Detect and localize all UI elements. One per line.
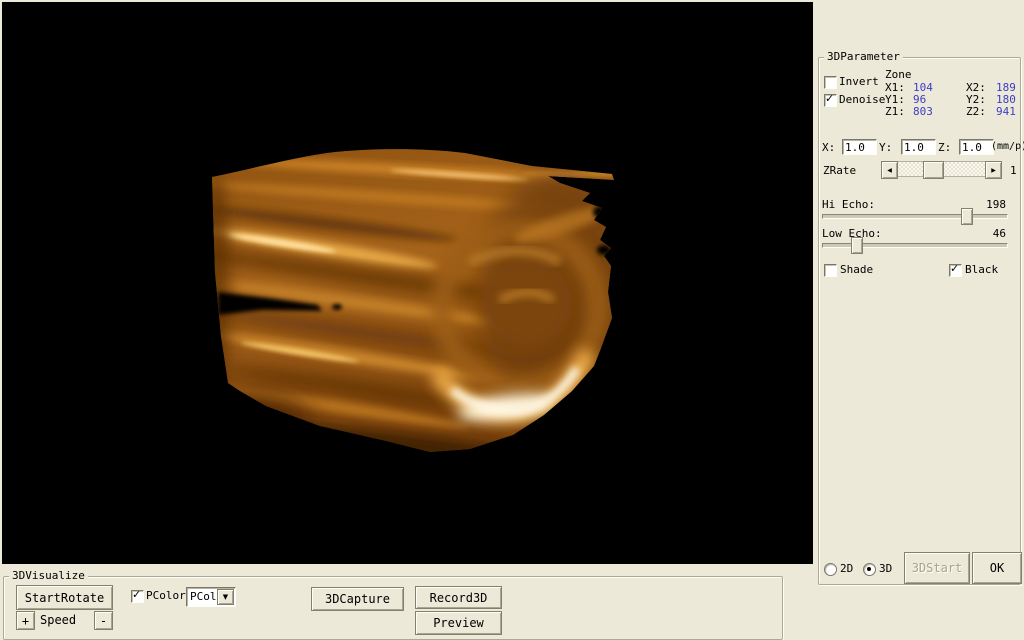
check-icon: ✓ (825, 92, 834, 105)
mode-2d-radio[interactable] (824, 563, 837, 576)
speed-label: Speed (40, 614, 76, 626)
mode-2d-label: 2D (840, 563, 853, 575)
zone-z2-value: 941 (996, 106, 1024, 118)
zrate-left-arrow-button[interactable]: ◀ (881, 161, 898, 179)
volume-render (2, 2, 813, 564)
y-scale-label: Y: (879, 142, 892, 154)
denoise-checkbox[interactable]: ✓ (824, 94, 837, 107)
param-group-title: 3DParameter (824, 50, 903, 64)
pcolor-checkbox[interactable]: ✓ (131, 590, 144, 603)
zrate-scrollbar[interactable]: ◀ ▶ (881, 161, 1002, 177)
preview-button[interactable]: Preview (415, 611, 502, 635)
hi-echo-track[interactable] (822, 214, 1008, 219)
arrow-left-icon: ◀ (887, 167, 892, 174)
visualize-panel: 3DVisualize StartRotate + Speed - ✓ PCol… (0, 564, 813, 640)
low-echo-track[interactable] (822, 243, 1008, 248)
shade-checkbox[interactable]: ✓ (824, 264, 837, 277)
invert-label: Invert (839, 76, 879, 88)
start-3d-button[interactable]: 3DStart (904, 552, 970, 584)
volume-silhouette (186, 145, 640, 481)
check-icon: ✓ (132, 588, 141, 601)
scale-unit-label: (mm/p) (991, 141, 1024, 153)
record-3d-button[interactable]: Record3D (415, 586, 502, 609)
speed-plus-button[interactable]: + (16, 611, 35, 630)
invert-checkbox[interactable]: ✓ (824, 76, 837, 89)
parameter-panel: 3DParameter ✓ Invert ✓ Denoise Zone X1: … (813, 0, 1024, 640)
render-viewport[interactable] (2, 2, 813, 564)
hi-echo-label: Hi Echo: (822, 199, 875, 211)
visualize-group-title: 3DVisualize (9, 569, 88, 583)
mode-3d-radio[interactable] (863, 563, 876, 576)
pcolor-dropdown[interactable]: PColor ▼ (186, 587, 236, 607)
pcolor-dropdown-button[interactable]: ▼ (217, 589, 234, 605)
low-echo-value: 46 (993, 228, 1006, 240)
x-scale-input[interactable] (842, 139, 877, 155)
shade-label: Shade (840, 264, 873, 276)
start-rotate-button[interactable]: StartRotate (16, 585, 113, 610)
param-groupbox: 3DParameter ✓ Invert ✓ Denoise Zone X1: … (818, 57, 1021, 585)
visualize-groupbox: 3DVisualize StartRotate + Speed - ✓ PCol… (3, 576, 783, 640)
hi-echo-thumb[interactable] (961, 208, 973, 225)
speed-minus-button[interactable]: - (94, 611, 113, 630)
zrate-right-arrow-button[interactable]: ▶ (985, 161, 1002, 179)
pcolor-label: PColor (146, 590, 186, 602)
zone-title: Zone (885, 69, 912, 81)
zone-z1-label: Z1: (885, 106, 913, 118)
denoise-label: Denoise (839, 94, 885, 106)
capture-3d-button[interactable]: 3DCapture (311, 587, 404, 611)
zrate-label: ZRate (823, 165, 856, 177)
zrate-thumb[interactable] (923, 161, 944, 179)
arrow-right-icon: ▶ (991, 167, 996, 174)
x-scale-label: X: (822, 142, 835, 154)
ok-button[interactable]: OK (972, 552, 1022, 584)
zone-z2-label: Z2: (966, 106, 996, 118)
low-echo-thumb[interactable] (851, 237, 863, 254)
check-icon: ✓ (950, 262, 959, 275)
radio-dot-icon (867, 567, 871, 571)
hi-echo-value: 198 (986, 199, 1006, 211)
chevron-down-icon: ▼ (223, 593, 228, 601)
zone-row-z: Z1: 803 Z2: 941 (885, 106, 1024, 118)
y-scale-input[interactable] (901, 139, 936, 155)
zone-z1-value: 803 (913, 106, 966, 118)
black-label: Black (965, 264, 998, 276)
z-scale-input[interactable] (959, 139, 994, 155)
z-scale-label: Z: (938, 142, 951, 154)
mode-3d-label: 3D (879, 563, 892, 575)
app-window: 3DParameter ✓ Invert ✓ Denoise Zone X1: … (0, 0, 1024, 640)
zrate-value: 1 (1010, 165, 1017, 177)
black-checkbox[interactable]: ✓ (949, 264, 962, 277)
